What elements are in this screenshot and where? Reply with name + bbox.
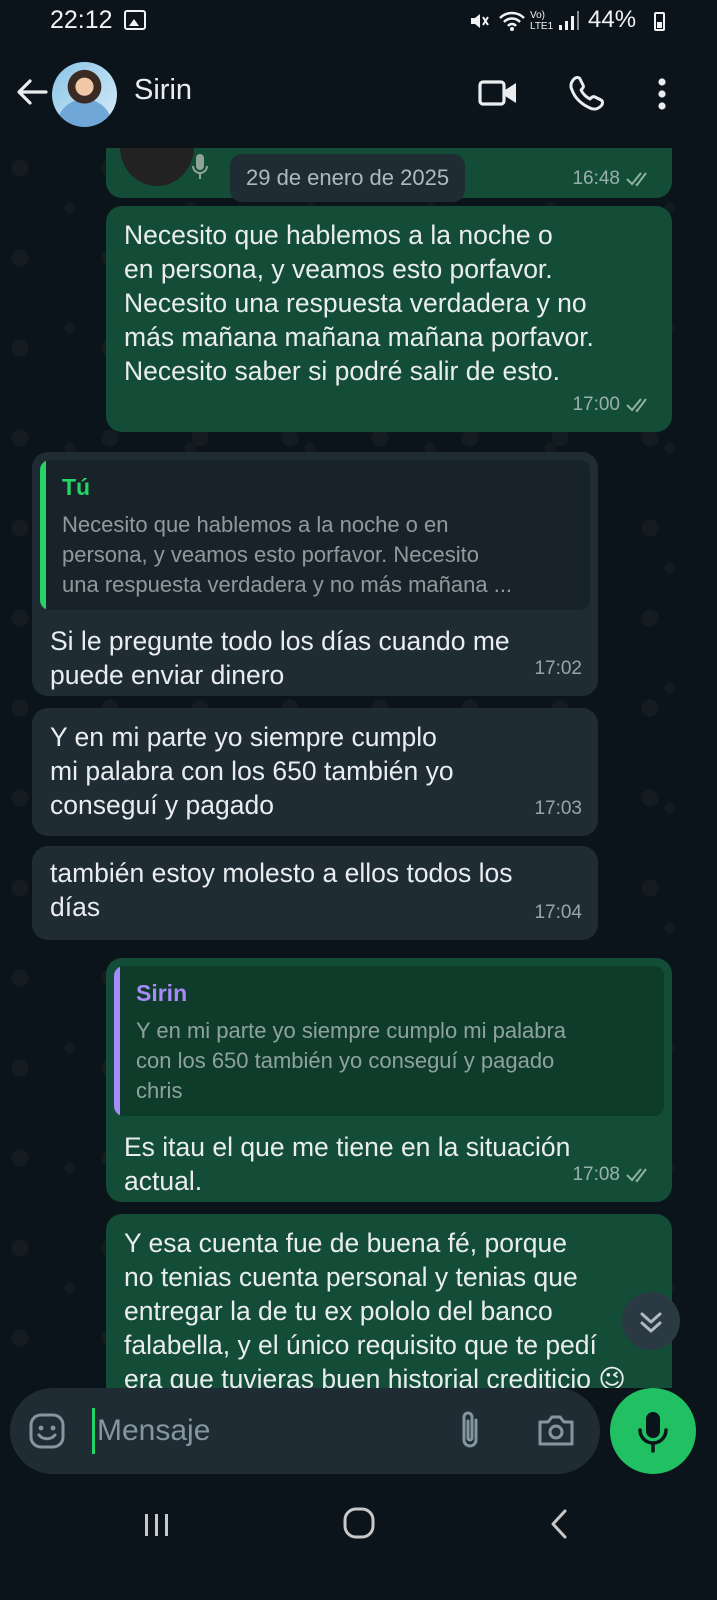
battery-percent: 44%: [588, 6, 637, 33]
status-bar: 22:12 Vo) LTE1 44%: [0, 0, 717, 44]
message-text: Necesito que hablemos a la noche o en pe…: [124, 220, 594, 386]
camera-icon[interactable]: [536, 1412, 576, 1448]
mic-small-icon: [192, 154, 208, 179]
read-ticks-icon: [626, 1168, 647, 1183]
message-input[interactable]: [92, 1408, 432, 1454]
gallery-notification-icon: [124, 10, 146, 30]
quoted-message[interactable]: Tú Necesito que hablemos a la noche o en…: [40, 460, 590, 610]
message-text: Si le pregunte todo los días cuando me p…: [50, 626, 510, 690]
read-ticks-icon: [626, 398, 647, 413]
incoming-message[interactable]: Tú Necesito que hablemos a la noche o en…: [32, 452, 598, 696]
scroll-down-icon: [640, 1312, 662, 1333]
emoji-icon[interactable]: [28, 1412, 66, 1450]
read-ticks-icon: [626, 172, 647, 187]
message-meta: 16:48: [572, 162, 656, 196]
message-text: también estoy molesto a ellos todos los …: [50, 858, 513, 922]
mute-icon: [471, 14, 489, 28]
date-chip: 29 de enero de 2025: [230, 154, 466, 202]
outgoing-message[interactable]: Sirin Y en mi parte yo siempre cumplo mi…: [106, 958, 672, 1202]
recents-icon[interactable]: [142, 1510, 172, 1540]
back-icon[interactable]: [548, 1508, 570, 1540]
voice-record-button[interactable]: [610, 1388, 696, 1474]
home-icon[interactable]: [342, 1506, 376, 1540]
mic-icon: [638, 1412, 668, 1453]
system-nav-bar: [0, 1488, 717, 1600]
message-text: Y en mi parte yo siempre cumplo mi palab…: [50, 722, 454, 820]
avatar[interactable]: [52, 62, 117, 127]
message-text: Y esa cuenta fue de buena fé, porque no …: [124, 1228, 626, 1388]
scroll-down-button[interactable]: [622, 1292, 680, 1350]
message-meta: 17:02: [534, 652, 582, 686]
message-time: 17:03: [534, 798, 582, 819]
video-call-icon[interactable]: [478, 70, 518, 118]
network-label: Vo) LTE1: [530, 10, 554, 32]
message-meta: 17:03: [534, 792, 582, 826]
contact-name[interactable]: Sirin: [134, 74, 192, 107]
message-time: 17:02: [534, 658, 582, 679]
quoted-message[interactable]: Sirin Y en mi parte yo siempre cumplo mi…: [114, 966, 664, 1116]
outgoing-message[interactable]: Necesito que hablemos a la noche o en pe…: [106, 206, 672, 432]
message-meta: 17:04: [534, 896, 582, 930]
incoming-message[interactable]: Y en mi parte yo siempre cumplo mi palab…: [32, 708, 598, 836]
message-time: 17:08: [572, 1164, 620, 1185]
quote-author: Sirin: [136, 980, 188, 1006]
outgoing-message[interactable]: Y esa cuenta fue de buena fé, porque no …: [106, 1214, 672, 1388]
message-time: 16:48: [572, 168, 620, 189]
voice-avatar: [120, 148, 194, 186]
incoming-message[interactable]: también estoy molesto a ellos todos los …: [32, 846, 598, 940]
quote-author: Tú: [62, 474, 91, 500]
status-time: 22:12: [50, 6, 113, 34]
battery-icon: [654, 12, 665, 31]
message-time: 17:04: [534, 902, 582, 923]
quote-text: Necesito que hablemos a la noche o en pe…: [62, 512, 513, 597]
message-time: 17:00: [572, 394, 620, 415]
more-icon[interactable]: [652, 70, 672, 118]
chat-area[interactable]: 16:48 29 de enero de 2025 Necesito que h…: [0, 148, 717, 1388]
phone-icon[interactable]: [566, 70, 606, 118]
message-meta: 17:00: [572, 388, 656, 422]
back-arrow-icon[interactable]: [14, 74, 50, 110]
wifi-icon: [499, 11, 525, 31]
quote-text: Y en mi parte yo siempre cumplo mi palab…: [136, 1018, 567, 1103]
chat-header: Sirin: [0, 44, 717, 148]
signal-icon: [559, 11, 579, 30]
attach-icon[interactable]: [456, 1408, 486, 1452]
message-meta: 17:08: [572, 1158, 656, 1192]
